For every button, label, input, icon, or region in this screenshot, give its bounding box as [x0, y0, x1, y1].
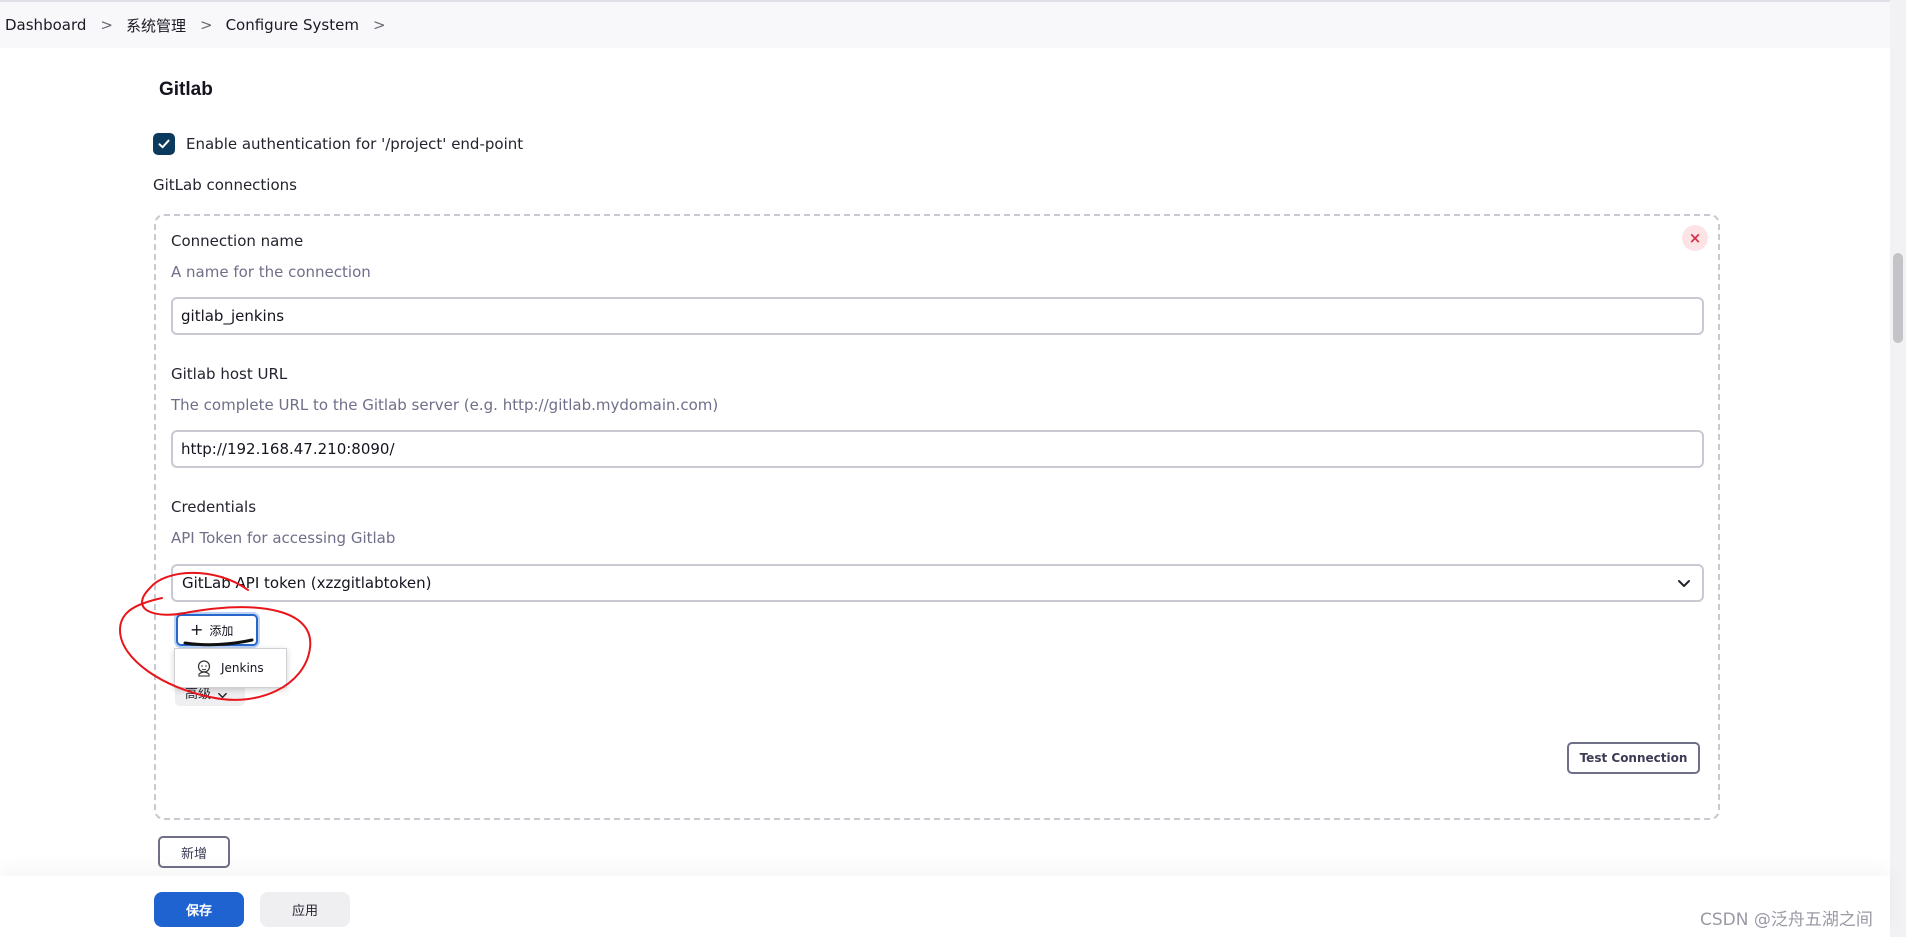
connection-name-label: Connection name: [171, 232, 304, 250]
section-title: Gitlab: [159, 79, 213, 100]
check-icon: [158, 139, 170, 149]
credentials-label: Credentials: [171, 498, 257, 516]
connection-name-input[interactable]: [171, 297, 1704, 335]
scrollbar-thumb[interactable]: [1893, 253, 1903, 343]
chevron-down-icon: [218, 692, 227, 699]
page-scrollbar[interactable]: [1890, 0, 1906, 937]
chevron-down-icon: [1678, 580, 1690, 587]
watermark: CSDN @泛舟五湖之间: [1700, 910, 1873, 930]
test-connection-button[interactable]: Test Connection: [1567, 742, 1700, 774]
enable-auth-checkbox[interactable]: [153, 133, 175, 155]
jenkins-icon: [195, 659, 213, 677]
add-credentials-label: 添加: [209, 623, 234, 638]
breadcrumb-system-management[interactable]: 系统管理: [126, 15, 186, 36]
connection-name-help: A name for the connection: [171, 263, 371, 281]
delete-connection-button[interactable]: ×: [1682, 225, 1708, 251]
breadcrumb-chevron-icon[interactable]: >: [100, 16, 113, 34]
add-credentials-button[interactable]: + 添加: [176, 614, 258, 646]
configure-system-page: Dashboard > 系统管理 > Configure System > Gi…: [0, 0, 1906, 937]
credentials-selected-value: GitLab API token (xzzgitlabtoken): [182, 574, 432, 592]
breadcrumb-dashboard[interactable]: Dashboard: [5, 16, 86, 34]
menu-item-jenkins[interactable]: Jenkins: [221, 661, 264, 675]
close-icon: ×: [1688, 229, 1702, 247]
breadcrumb-chevron-icon[interactable]: >: [373, 16, 386, 34]
save-button[interactable]: 保存: [154, 892, 244, 927]
breadcrumb: Dashboard > 系统管理 > Configure System >: [0, 2, 1890, 48]
host-url-input[interactable]: [171, 430, 1704, 468]
enable-auth-label[interactable]: Enable authentication for '/project' end…: [186, 135, 523, 153]
gitlab-connections-label: GitLab connections: [153, 176, 297, 194]
host-url-help: The complete URL to the Gitlab server (e…: [171, 396, 719, 414]
host-url-label: Gitlab host URL: [171, 365, 288, 383]
credentials-select[interactable]: GitLab API token (xzzgitlabtoken): [171, 564, 1704, 602]
credentials-help: API Token for accessing Gitlab: [171, 529, 396, 547]
breadcrumb-configure-system[interactable]: Configure System: [226, 16, 359, 34]
apply-button[interactable]: 应用: [260, 892, 350, 927]
add-connection-button[interactable]: 新增: [158, 836, 230, 868]
enable-auth-row[interactable]: Enable authentication for '/project' end…: [153, 133, 523, 155]
plus-icon: +: [190, 620, 204, 639]
breadcrumb-chevron-icon[interactable]: >: [200, 16, 213, 34]
add-credentials-menu: Jenkins: [174, 648, 287, 688]
